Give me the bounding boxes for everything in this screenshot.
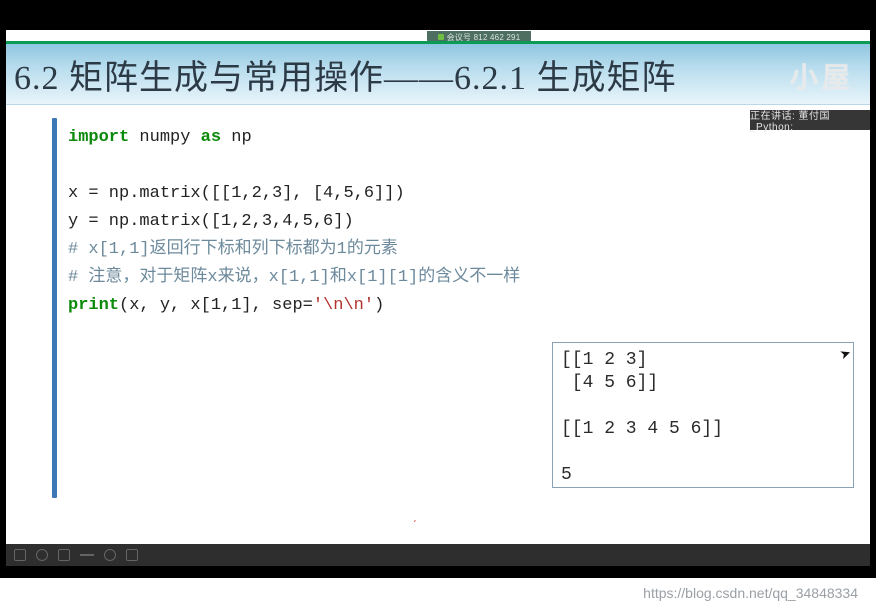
comment-1: # x[1,1]返回行下标和列下标都为1的元素 — [68, 240, 398, 259]
output-text: [[1 2 3] [4 5 6]] [[1 2 3 4 5 6]] 5 — [561, 350, 723, 485]
eraser-icon[interactable] — [104, 549, 116, 561]
line-x: x = np.matrix([[1,2,3], [4,5,6]]) — [68, 184, 405, 203]
slide-title: 6.2 矩阵生成与常用操作——6.2.1 生成矩阵 — [14, 50, 677, 99]
output-box: [[1 2 3] [4 5 6]] [[1 2 3 4 5 6]] 5 — [552, 342, 854, 488]
cell-run-bar — [52, 118, 57, 498]
code-block: import numpy as np x = np.matrix([[1,2,3… — [68, 124, 520, 320]
kw-print: print — [68, 296, 119, 315]
title-band: 6.2 矩阵生成与常用操作——6.2.1 生成矩阵 — [6, 41, 870, 105]
line-y: y = np.matrix([1,2,3,4,5,6]) — [68, 212, 354, 231]
toolbar — [6, 544, 870, 566]
rect-icon[interactable] — [58, 549, 70, 561]
stage: 会议号 812 462 291 6.2 矩阵生成与常用操作——6.2.1 生成矩… — [0, 0, 876, 608]
footer-url: https://blog.csdn.net/qq_34848334 — [643, 585, 858, 601]
kw-import: import — [68, 128, 129, 147]
txt-np: np — [221, 128, 252, 147]
line-icon[interactable] — [80, 554, 94, 556]
footer: https://blog.csdn.net/qq_34848334 — [0, 578, 876, 608]
print-args: (x, y, x[1,1], sep= — [119, 296, 313, 315]
kw-as: as — [201, 128, 221, 147]
pen-icon[interactable] — [14, 549, 26, 561]
str-sep: '\n\n' — [313, 296, 374, 315]
red-mark: ˊ — [412, 518, 416, 532]
comment-2: # 注意，对于矩阵x来说，x[1,1]和x[1][1]的含义不一样 — [68, 268, 520, 287]
print-close: ) — [374, 296, 384, 315]
watermark-text: 小屋 — [790, 56, 854, 96]
circle-icon[interactable] — [36, 549, 48, 561]
txt-numpy: numpy — [129, 128, 200, 147]
more-icon[interactable] — [126, 549, 138, 561]
signal-icon — [438, 34, 444, 40]
